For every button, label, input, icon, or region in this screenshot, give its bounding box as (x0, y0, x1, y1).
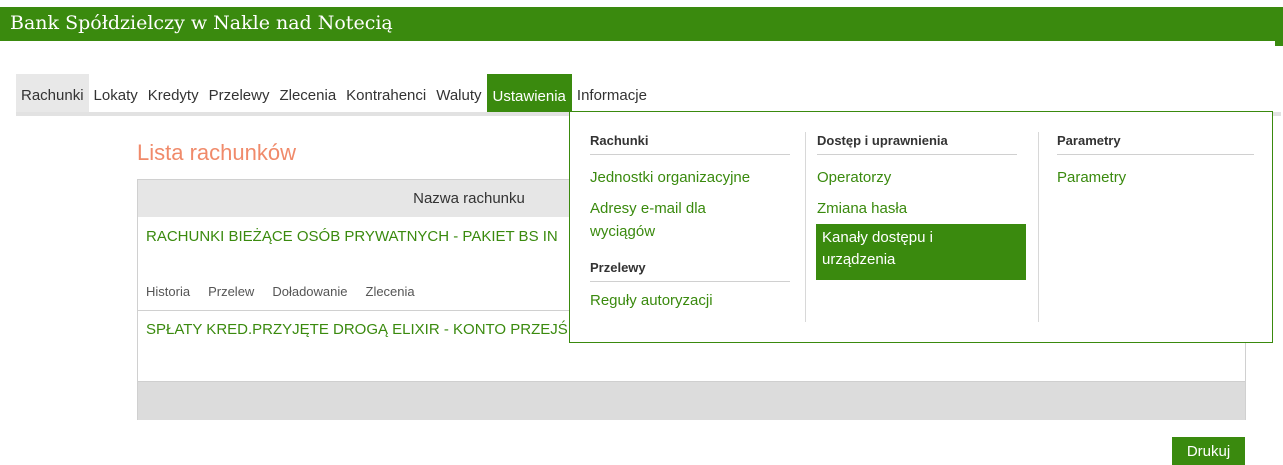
page-title: Lista rachunków (137, 140, 296, 165)
menu-column-parametry: Parametry Parametry (1057, 112, 1254, 342)
history-link[interactable]: Historia (146, 284, 190, 299)
bank-title: Bank Spółdzielczy w Nakle nad Notecią (10, 12, 393, 34)
menu-header-parametry: Parametry (1057, 133, 1254, 155)
menu-item-reguly-autoryzacji[interactable]: Reguły autoryzacji (590, 290, 713, 312)
tab-waluty[interactable]: Waluty (431, 74, 486, 112)
tab-ustawienia[interactable]: Ustawienia (486, 74, 572, 112)
account-row-2-name[interactable]: SPŁATY KRED.PRZYJĘTE DROGĄ ELIXIR - KONT… (146, 321, 568, 338)
menu-item-kanaly-dostepu[interactable]: Kanały dostępu i urządzenia (816, 224, 1026, 280)
menu-column-divider (1038, 132, 1039, 322)
menu-item-zmiana-hasla[interactable]: Zmiana hasła (817, 198, 907, 220)
print-button[interactable]: Drukuj (1172, 437, 1245, 465)
menu-item-jednostki[interactable]: Jednostki organizacyjne (590, 167, 750, 189)
tab-lokaty[interactable]: Lokaty (89, 74, 143, 112)
tab-zlecenia[interactable]: Zlecenia (274, 74, 341, 112)
transfer-link[interactable]: Przelew (208, 284, 254, 299)
main-nav: Rachunki Lokaty Kredyty Przelewy Zleceni… (16, 74, 652, 112)
tab-przelewy[interactable]: Przelewy (204, 74, 275, 112)
tab-kontrahenci[interactable]: Kontrahenci (341, 74, 431, 112)
brand-bar: Bank Spółdzielczy w Nakle nad Notecią (0, 7, 1283, 41)
table-footer (138, 381, 1245, 420)
menu-column-divider (805, 132, 806, 322)
menu-item-parametry[interactable]: Parametry (1057, 167, 1126, 189)
menu-column-rachunki: Rachunki Jednostki organizacyjne Adresy … (590, 112, 790, 342)
account-row-1-actions: Historia Przelew Doładowanie Zlecenia (146, 284, 415, 299)
menu-header-rachunki: Rachunki (590, 133, 790, 155)
settings-dropdown-menu: Rachunki Jednostki organizacyjne Adresy … (569, 111, 1273, 343)
menu-header-przelewy: Przelewy (590, 260, 790, 282)
menu-item-kanaly-line-2: urządzenia (822, 251, 896, 268)
tab-informacje[interactable]: Informacje (572, 74, 652, 112)
menu-item-operatorzy[interactable]: Operatorzy (817, 167, 891, 189)
orders-link[interactable]: Zlecenia (366, 284, 415, 299)
tab-rachunki[interactable]: Rachunki (16, 74, 89, 112)
account-row-1-name[interactable]: RACHUNKI BIEŻĄCE OSÓB PRYWATNYCH - PAKIE… (146, 228, 558, 245)
menu-item-adresy-email-cont[interactable]: wyciągów (590, 221, 655, 243)
tab-kredyty[interactable]: Kredyty (143, 74, 204, 112)
menu-column-dostep: Dostęp i uprawnienia Operatorzy Zmiana h… (816, 112, 1026, 342)
menu-item-kanaly-line-1: Kanały dostępu i (822, 229, 933, 246)
topup-link[interactable]: Doładowanie (272, 284, 347, 299)
menu-header-dostep: Dostęp i uprawnienia (817, 133, 1017, 155)
menu-item-adresy-email[interactable]: Adresy e-mail dla (590, 198, 706, 220)
brand-accent (1275, 41, 1283, 46)
